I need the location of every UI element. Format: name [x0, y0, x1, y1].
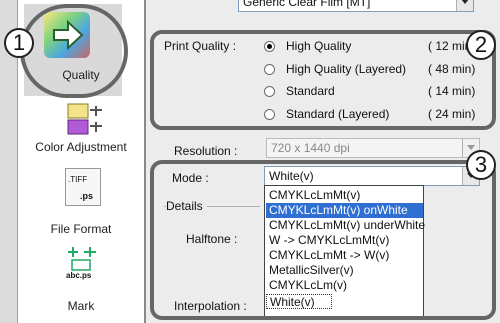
sidebar-item-mark[interactable]: Mark — [18, 299, 144, 313]
callout-2-number: 2 — [466, 30, 496, 60]
callout-3-number: 3 — [466, 150, 496, 180]
file-format-ps-text: .ps — [80, 191, 94, 201]
resolution-label: Resolution : — [174, 144, 238, 158]
media-combo-value: Generic Clear Film [MT] — [243, 0, 371, 9]
file-format-icon[interactable]: .TIFF .ps — [65, 168, 101, 206]
callout-1-ring — [20, 4, 128, 98]
media-combo[interactable]: Generic Clear Film [MT] — [238, 0, 474, 12]
callout-1-number: 1 — [4, 28, 34, 58]
resolution-combo[interactable]: 720 x 1440 dpi — [266, 138, 480, 158]
sidebar-item-color-adjustment[interactable]: Color Adjustment — [18, 140, 144, 154]
callout-2-box — [150, 30, 496, 130]
color-adjustment-icon[interactable] — [66, 102, 106, 140]
file-format-tiff-text: .TIFF — [68, 175, 88, 184]
chevron-down-icon[interactable] — [456, 0, 473, 11]
mark-name-text: abc.ps — [66, 271, 92, 280]
callout-3-box — [150, 160, 496, 320]
mark-icon[interactable]: abc.ps — [64, 244, 104, 282]
resolution-value: 720 x 1440 dpi — [271, 141, 350, 155]
sidebar-item-file-format[interactable]: File Format — [18, 222, 144, 236]
